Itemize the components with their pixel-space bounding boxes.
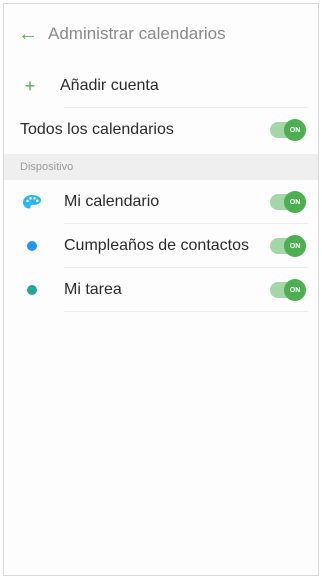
dot-icon <box>22 241 42 251</box>
all-calendars-label: Todos los calendarios <box>20 121 174 138</box>
add-account-row[interactable]: + Añadir cuenta <box>4 64 318 108</box>
app-header: ← Administrar calendarios <box>4 4 318 64</box>
calendar-row-mi-calendario[interactable]: Mi calendario ON <box>4 180 318 224</box>
toggle-knob: ON <box>284 191 306 213</box>
palette-icon <box>22 194 42 210</box>
calendar-toggle[interactable]: ON <box>270 191 306 213</box>
plus-icon: + <box>24 76 36 96</box>
calendar-label: Mi tarea <box>64 281 122 298</box>
page-title: Administrar calendarios <box>48 24 226 43</box>
calendar-row-cumpleanos[interactable]: Cumpleaños de contactos ON <box>4 224 318 268</box>
toggle-knob: ON <box>284 279 306 301</box>
calendar-toggle[interactable]: ON <box>270 279 306 301</box>
calendar-toggle[interactable]: ON <box>270 235 306 257</box>
all-calendars-row[interactable]: Todos los calendarios ON <box>4 108 318 152</box>
divider <box>64 311 308 312</box>
calendar-row-mi-tarea[interactable]: Mi tarea ON <box>4 268 318 312</box>
app-frame: ← Administrar calendarios + Añadir cuent… <box>3 3 319 576</box>
back-arrow-icon[interactable]: ← <box>18 23 38 45</box>
toggle-knob: ON <box>284 235 306 257</box>
all-calendars-toggle[interactable]: ON <box>270 119 306 141</box>
section-header-device: Dispositivo <box>4 154 318 180</box>
add-account-label: Añadir cuenta <box>60 77 159 94</box>
calendar-label: Mi calendario <box>64 193 160 210</box>
toggle-knob: ON <box>284 119 306 141</box>
calendar-label: Cumpleaños de contactos <box>64 237 249 254</box>
dot-icon <box>22 285 42 295</box>
